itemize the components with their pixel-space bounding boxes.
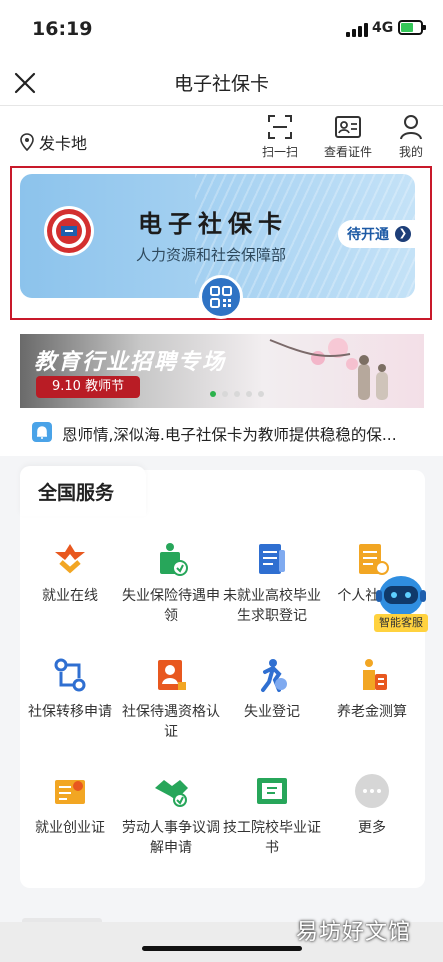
pending-activation-button[interactable]: 待开通 ❯: [338, 220, 422, 248]
banner-tag: 9.10 教师节: [36, 376, 141, 398]
certificate-icon: [257, 778, 287, 804]
carousel-dot[interactable]: [222, 391, 228, 397]
service-item-technical-certificate[interactable]: 技工院校毕业证书: [220, 772, 324, 858]
service-section-title: 全国服务: [38, 482, 115, 504]
service-label: 社保转移申请: [28, 704, 112, 720]
unemployment-register-icon: [261, 659, 287, 692]
nav-bar: 电子社保卡: [0, 58, 443, 106]
location-selector[interactable]: 发卡地: [20, 130, 87, 154]
status-time: 16:19: [32, 18, 93, 40]
network-type: 4G: [372, 20, 394, 36]
banner-title: 教育行业招聘专场: [34, 350, 227, 375]
service-item-unemployment-register[interactable]: 失业登记: [220, 656, 324, 722]
user-icon: [400, 115, 422, 140]
qr-code-button[interactable]: [199, 275, 243, 319]
unemployment-insurance-icon: [160, 543, 188, 576]
location-label: 发卡地: [39, 134, 88, 153]
more-icon: [355, 774, 389, 808]
service-label: 技工院校毕业证书: [223, 820, 321, 856]
handshake-icon: [155, 780, 188, 807]
home-indicator[interactable]: [142, 946, 302, 951]
status-bar: 16:19 4G: [0, 0, 443, 58]
carousel-dot[interactable]: [258, 391, 264, 397]
service-label: 失业登记: [244, 704, 300, 720]
service-label: 社保待遇资格认证: [122, 704, 220, 740]
scan-label: 扫一扫: [261, 145, 298, 159]
service-label: 未就业高校毕业生求职登记: [223, 588, 321, 624]
service-label: 更多: [358, 820, 386, 836]
card-subtitle: 人力资源和社会保障部: [136, 246, 287, 264]
service-item-graduate-registration[interactable]: 未就业高校毕业生求职登记: [220, 540, 324, 626]
service-label: 养老金测算: [337, 704, 407, 720]
service-label: 劳动人事争议调解申请: [122, 820, 220, 856]
service-item-entrepreneur-card[interactable]: 就业创业证: [18, 772, 122, 838]
id-card-icon: [335, 116, 361, 138]
battery-icon: [398, 20, 426, 35]
entrepreneur-card-icon: [55, 780, 85, 804]
service-label: 就业在线: [42, 588, 98, 604]
service-item-qualification[interactable]: 社保待遇资格认证: [119, 656, 223, 742]
carousel-dot[interactable]: [234, 391, 240, 397]
carousel-dot[interactable]: [246, 391, 252, 397]
service-label: 失业保险待遇申领: [122, 588, 220, 624]
card-title: 电子社保卡: [138, 209, 288, 238]
toolbar: 发卡地 扫一扫 查看证件 我的: [0, 106, 443, 164]
carousel-indicator[interactable]: [210, 391, 264, 397]
signal-icon: [346, 23, 368, 37]
service-item-more[interactable]: 更多: [320, 772, 424, 838]
pending-activation-label: 待开通: [347, 227, 389, 243]
scan-icon: [268, 115, 292, 139]
employment-icon: [55, 544, 85, 574]
graduate-registration-icon: [259, 544, 285, 574]
social-security-logo: [44, 206, 94, 256]
watermark: 易坊好文馆: [296, 920, 412, 945]
notice-text: 恩师情,深似海.电子社保卡为教师提供稳稳的保...: [62, 426, 397, 444]
transfer-icon: [54, 658, 86, 692]
mine-button[interactable]: 我的: [394, 114, 428, 160]
qualification-icon: [158, 660, 186, 690]
bell-icon: [32, 422, 52, 442]
chevron-right-icon: ❯: [395, 226, 411, 242]
pension-icon: [363, 659, 387, 690]
service-item-employment-online[interactable]: 就业在线: [18, 540, 122, 606]
promo-banner[interactable]: 教育行业招聘专场 9.10 教师节: [20, 334, 424, 408]
mine-label: 我的: [398, 145, 423, 159]
service-item-transfer[interactable]: 社保转移申请: [18, 656, 122, 722]
service-label: 就业创业证: [35, 820, 105, 836]
service-item-pension[interactable]: 养老金测算: [320, 656, 424, 722]
location-pin-icon: [20, 133, 34, 151]
view-certificate-button[interactable]: 查看证件: [318, 114, 378, 160]
view-certificate-label: 查看证件: [323, 145, 372, 159]
service-item-dispute-mediation[interactable]: 劳动人事争议调解申请: [119, 772, 223, 858]
page-title: 电子社保卡: [173, 73, 269, 95]
carousel-dot[interactable]: [210, 391, 216, 397]
robot-icon: [376, 576, 426, 616]
smart-assistant-label: 智能客服: [374, 614, 428, 632]
scan-button[interactable]: 扫一扫: [256, 114, 304, 160]
notice-bar[interactable]: 恩师情,深似海.电子社保卡为教师提供稳稳的保...: [0, 412, 443, 456]
service-item-unemployment-insurance[interactable]: 失业保险待遇申领: [119, 540, 223, 626]
qr-code-icon: [210, 286, 232, 308]
